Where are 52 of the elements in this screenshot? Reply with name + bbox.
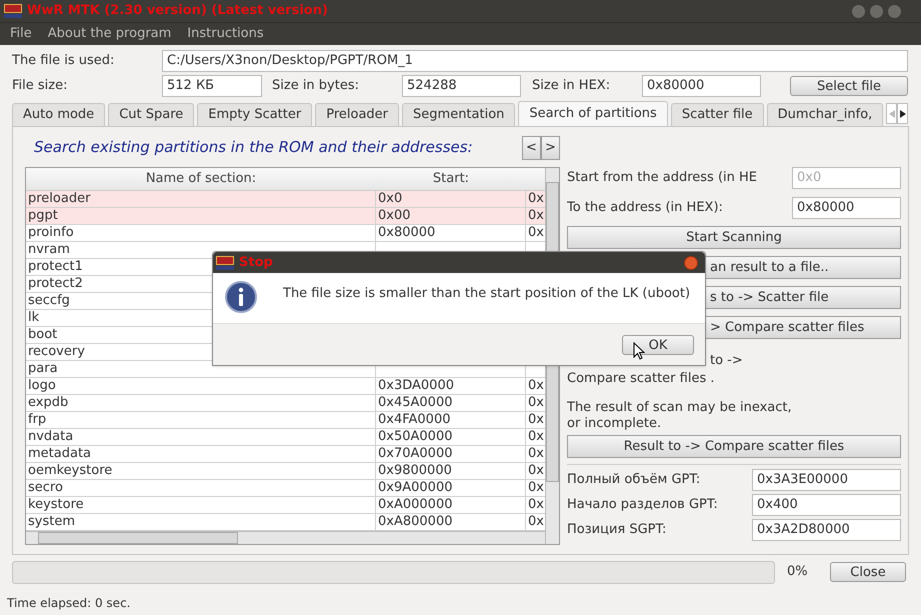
- field-label: Начало разделов GPT:: [567, 496, 719, 514]
- table-cell: logo: [26, 378, 376, 394]
- table-cell: 0x50A0000: [376, 429, 526, 446]
- table-cell: 0x4FA0000: [376, 412, 526, 428]
- table-cell: 0x9800000: [376, 463, 526, 480]
- table-cell: expdb: [26, 395, 376, 412]
- table-cell-text: 0x: [527, 412, 545, 428]
- table-cell: 0xA800000: [376, 514, 526, 530]
- table-cell-text: 0x: [527, 378, 545, 394]
- status-text: Time elapsed: 0 sec.: [7, 595, 132, 612]
- table-cell-text: 0x: [527, 208, 545, 224]
- table-cell: 0xA000000: [376, 497, 526, 514]
- table-cell: 0x70A0000: [376, 446, 526, 462]
- table-cell: 0x3DA0000: [376, 378, 526, 394]
- table-cell: 0x0: [376, 191, 526, 208]
- field-label: Позиция SGPT:: [567, 521, 668, 540]
- table-cell-text: 0x: [527, 191, 545, 208]
- table-cell: frp: [26, 412, 376, 428]
- field-label: To the address (in HEX):: [567, 198, 724, 217]
- field-label: Полный объём GPT:: [567, 471, 702, 490]
- progress-reading: 0%: [787, 563, 808, 582]
- field-label: Start from the address (in HE: [567, 168, 758, 187]
- table-cell: 0x45A0000: [376, 395, 526, 412]
- table-cell-text: 0x: [527, 429, 545, 446]
- table-cell-text: 0x: [527, 497, 545, 514]
- table-cell: metadata: [26, 446, 376, 462]
- table-cell: pgpt: [26, 208, 376, 224]
- table-cell-text: 0x: [527, 463, 545, 480]
- table-cell: 0x80000: [376, 225, 526, 242]
- table-cell-text: 0x: [527, 395, 545, 412]
- field-label: Size in bytes:: [272, 77, 360, 96]
- table-cell: 0x00: [376, 208, 526, 224]
- table-cell: system: [26, 514, 376, 530]
- table-cell-text: 0x: [527, 514, 545, 530]
- table-cell: proinfo: [26, 225, 376, 242]
- table-cell-text: 0x: [527, 480, 545, 496]
- note-text: to ->: [710, 353, 743, 369]
- table-cell: preloader: [26, 191, 376, 208]
- table-cell: keystore: [26, 497, 376, 514]
- table-cell: oemkeystore: [26, 463, 376, 480]
- table-cell: nvdata: [26, 429, 376, 446]
- table-cell: secro: [26, 480, 376, 496]
- table-cell: 0x9A00000: [376, 480, 526, 496]
- warning-text: The result of scan may be inexact, or incomplete.: [567, 400, 793, 432]
- window-title: WwR MTK (2.30 version) (Latest version): [27, 2, 328, 20]
- table-cell-text: 0x: [527, 225, 545, 242]
- note-text: Compare scatter files .: [567, 371, 714, 387]
- table-cell-text: 0x: [527, 446, 545, 462]
- section-heading: Search existing partitions in the ROM and their addresses:: [34, 136, 473, 158]
- field-label: Size in HEX:: [532, 77, 612, 96]
- field-label: The file is used:: [12, 52, 116, 70]
- field-label: File size:: [12, 77, 68, 96]
